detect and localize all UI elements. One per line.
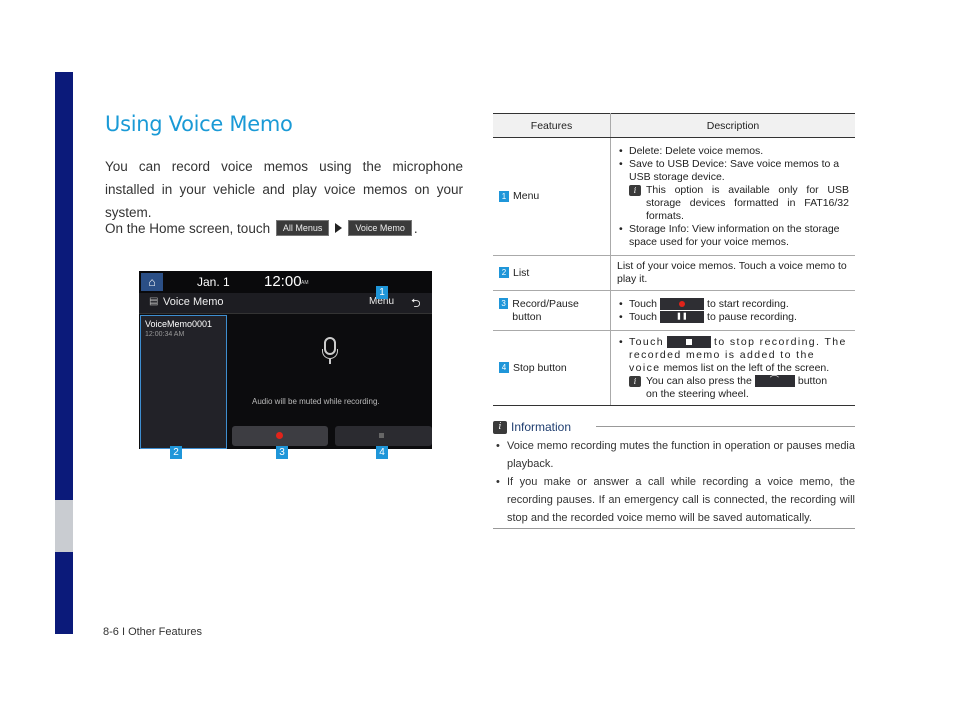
number-badge: 3	[499, 297, 509, 309]
description-cell: Touch to start recording. Touch to pause r…	[610, 290, 855, 331]
sidebar-bar-gray	[55, 500, 73, 552]
bullet-item: Storage Info: View information on the st…	[619, 223, 849, 249]
arrow-right-icon	[335, 223, 343, 233]
memo-name[interactable]: VoiceMemo0001	[145, 319, 212, 329]
feature-name: Menu	[513, 190, 540, 202]
record-button[interactable]	[232, 426, 328, 446]
record-button-image	[660, 297, 705, 310]
info-icon: i	[629, 375, 641, 387]
voice-memo-chip: Voice Memo	[348, 220, 412, 236]
page-footer: 8-6 I Other Features	[103, 626, 203, 638]
table-row: 2 List List of your voice memos. Touch a …	[493, 255, 855, 291]
status-bar: ⌂ Jan. 1 12:00 AM	[139, 271, 432, 293]
stop-icon	[379, 433, 384, 438]
callout-badge-2: 2	[170, 446, 182, 459]
table-header-row: Features Description	[493, 113, 855, 138]
feature-cell-list: 2 List	[493, 255, 611, 291]
stop-button-image	[667, 335, 712, 348]
info-icon: i	[629, 184, 641, 196]
status-date: Jan. 1	[197, 275, 230, 289]
bullet-item: Touch to pause recording.	[619, 310, 849, 324]
screen-titlebar: ▤ Voice Memo Menu ⮌	[139, 293, 432, 314]
list-item: If you make or answer a call while recor…	[496, 473, 855, 527]
steering-button-image	[754, 374, 795, 387]
bullet-item: Touch to start recording.	[619, 297, 849, 311]
description-cell: List of your voice memos. Touch a voice …	[610, 255, 855, 291]
stop-button[interactable]	[335, 426, 432, 446]
status-time: 12:00	[264, 273, 302, 290]
touch-text: Touch	[629, 297, 658, 310]
screen-title: Voice Memo	[163, 296, 224, 308]
information-list: Voice memo recording mutes the function …	[493, 437, 855, 527]
list-item: Voice memo recording mutes the function …	[496, 437, 855, 473]
callout-badge-4: 4	[376, 446, 388, 459]
feature-name: Stop button	[513, 361, 567, 374]
feature-name: List	[513, 266, 530, 279]
note-text-a: You can also press the	[646, 374, 752, 387]
feature-cell-menu: 1 Menu	[493, 137, 611, 256]
note-text: This option is available only for USB st…	[646, 183, 849, 222]
pause-button-image	[660, 310, 705, 323]
memo-list[interactable]: VoiceMemo0001 12:00:34 AM	[140, 315, 227, 449]
header-features: Features	[493, 113, 611, 138]
microphone-stand	[322, 349, 338, 359]
divider	[493, 528, 855, 529]
page-title: Using Voice Memo	[105, 112, 293, 136]
note: i You can also press the button on the ste…	[617, 374, 849, 401]
table-row: 3Record/Pause button Touch to start recor…	[493, 290, 855, 331]
callout-badge-3: 3	[276, 446, 288, 459]
bullet-item: Save to USB Device: Save voice memos to …	[619, 158, 849, 184]
touch-text: Touch	[629, 310, 658, 323]
feature-cell-record: 3 Record/Pause button	[493, 290, 611, 331]
callout-badge-1: 1	[376, 286, 388, 299]
table-row: 1 Menu Delete: Delete voice memos. Save t…	[493, 137, 855, 256]
bullet-item: Touchto stop recording. The recorded mem…	[619, 335, 849, 375]
features-table: Features Description 1 Menu Delete: Delet…	[493, 113, 855, 406]
home-instruction-period: .	[413, 220, 418, 236]
home-icon[interactable]: ⌂	[141, 273, 163, 291]
description-cell: Touchto stop recording. The recorded mem…	[610, 330, 855, 406]
number-badge: 4	[499, 362, 509, 374]
sidebar-bar-bottom	[55, 552, 73, 634]
feature-cell-stop: 4 Stop button	[493, 330, 611, 406]
bullet-item: Delete: Delete voice memos.	[619, 145, 849, 158]
intro-paragraph: You can record voice memos using the mic…	[105, 159, 463, 220]
description-cell: Delete: Delete voice memos. Save to USB …	[610, 137, 855, 256]
feature-name: Record/Pause button	[512, 297, 579, 323]
number-badge: 2	[499, 267, 509, 279]
note: i This option is available only for USB …	[617, 184, 849, 223]
note-text-c: on the steering wheel.	[646, 387, 749, 400]
touch-text: Touch	[629, 335, 665, 348]
pause-text: to pause recording.	[707, 310, 797, 323]
start-text: to start recording.	[707, 297, 789, 310]
note-text: You can also press the button on the steer…	[646, 374, 828, 401]
back-icon[interactable]: ⮌	[411, 294, 421, 315]
muted-message: Audio will be muted while recording.	[252, 397, 380, 406]
number-badge: 1	[499, 190, 509, 202]
home-instruction: On the Home screen, touch All Menus Voic…	[105, 220, 418, 236]
all-menus-chip: All Menus	[275, 220, 330, 236]
stop-text-end: memos list on the left of the screen.	[663, 361, 830, 374]
microphone-base	[329, 359, 331, 364]
voice-memo-icon: ▤	[149, 296, 159, 307]
record-icon	[276, 432, 283, 439]
status-ampm: AM	[301, 280, 309, 286]
home-instruction-text: On the Home screen, touch	[105, 220, 271, 236]
memo-time: 12:00:34 AM	[145, 331, 185, 338]
divider	[596, 426, 855, 427]
sidebar-bar-top	[55, 72, 73, 500]
information-title: Information	[511, 420, 572, 434]
note-text-b: button	[797, 374, 828, 387]
table-row: 4 Stop button Touchto stop recording. The…	[493, 330, 855, 406]
header-description: Description	[610, 113, 855, 138]
info-icon: i	[493, 421, 507, 434]
information-heading: i Information	[493, 420, 571, 434]
voice-memo-screenshot: ⌂ Jan. 1 12:00 AM ▤ Voice Memo Menu ⮌ Vo…	[139, 271, 432, 449]
